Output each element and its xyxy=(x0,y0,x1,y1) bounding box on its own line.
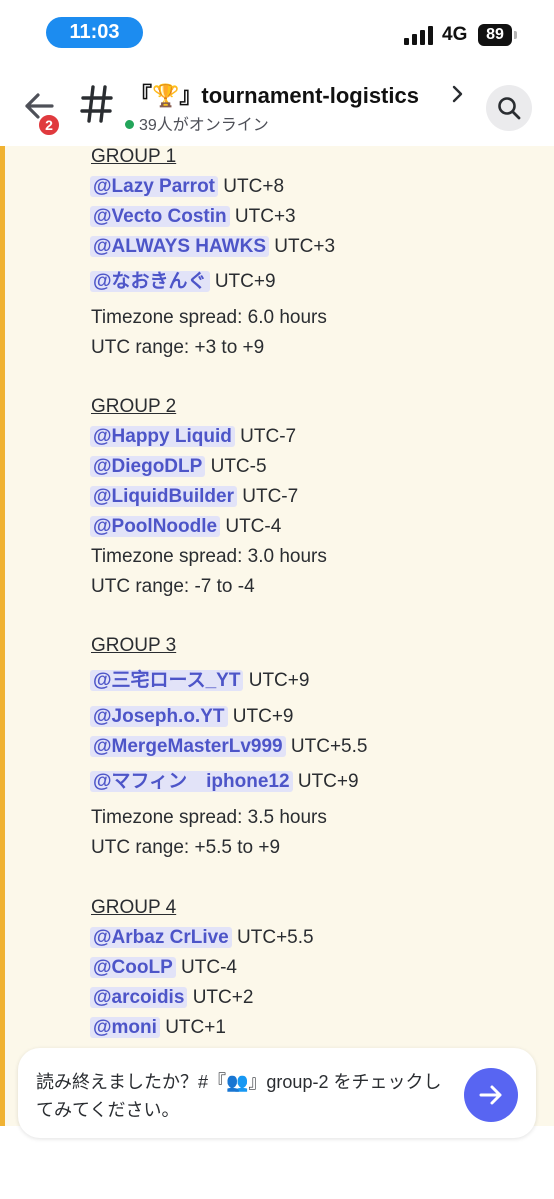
member-line: @DiegoDLP UTC-5 xyxy=(90,456,267,478)
member-timezone: UTC-7 xyxy=(242,486,299,507)
user-mention[interactable]: @Vecto Costin xyxy=(90,206,230,227)
member-timezone: UTC+9 xyxy=(248,670,310,691)
user-mention[interactable]: @PoolNoodle xyxy=(90,516,221,537)
user-mention[interactable]: @arcoidis xyxy=(90,987,188,1008)
member-line: @Happy Liquid UTC-7 xyxy=(90,426,297,448)
message-area[interactable]: GROUP 1 @Lazy Parrot UTC+8 @Vecto Costin… xyxy=(0,146,554,1126)
utc-range: UTC range: -7 to -4 xyxy=(91,576,255,597)
timezone-spread: Timezone spread: 6.0 hours xyxy=(91,307,327,328)
member-timezone: UTC-7 xyxy=(240,426,297,447)
member-line: @ALWAYS HAWKS UTC+3 xyxy=(90,236,336,258)
member-timezone: UTC+8 xyxy=(223,176,285,197)
battery-tip xyxy=(514,31,517,39)
group-title: GROUP 3 xyxy=(91,635,177,656)
search-icon xyxy=(498,97,521,120)
utc-range: UTC range: +3 to +9 xyxy=(91,337,265,358)
group-title: GROUP 4 xyxy=(91,897,177,918)
send-arrow-icon xyxy=(479,1085,502,1105)
user-mention[interactable]: @DiegoDLP xyxy=(90,456,206,477)
member-timezone: UTC+3 xyxy=(274,236,336,257)
member-line: @マフィン iphone12 UTC+9 xyxy=(90,766,359,793)
member-timezone: UTC+5.5 xyxy=(237,927,314,948)
user-mention[interactable]: @Happy Liquid xyxy=(90,426,235,447)
member-timezone: UTC-4 xyxy=(225,516,282,537)
user-mention[interactable]: @MergeMasterLv999 xyxy=(90,736,286,757)
member-timezone: UTC+9 xyxy=(297,771,359,792)
signal-icon xyxy=(404,25,436,45)
hash-icon xyxy=(80,85,113,123)
network-type: 4G xyxy=(442,24,468,45)
status-bar: 11:03 4G 89 xyxy=(0,0,554,70)
user-mention[interactable]: @ALWAYS HAWKS xyxy=(90,236,270,257)
read-prompt-text: 読み終えましたか？#『👥』group-2 をチェックしてみてください。 xyxy=(36,1072,442,1120)
user-mention[interactable]: @Joseph.o.YT xyxy=(90,706,228,727)
utc-range: UTC range: +5.5 to +9 xyxy=(91,837,281,858)
member-line: @LiquidBuilder UTC-7 xyxy=(90,486,299,508)
user-mention[interactable]: @Arbaz CrLive xyxy=(90,927,232,948)
user-mention[interactable]: @CooLP xyxy=(90,957,176,978)
member-timezone: UTC+5.5 xyxy=(290,736,368,757)
member-timezone: UTC-5 xyxy=(210,456,267,477)
online-dot-icon xyxy=(125,120,134,129)
search-button[interactable] xyxy=(486,85,532,131)
timezone-spread: Timezone spread: 3.0 hours xyxy=(91,546,327,567)
read-prompt-card[interactable]: 読み終えましたか？#『👥』group-2 をチェックしてみてください。 xyxy=(18,1048,536,1138)
member-line: @CooLP UTC-4 xyxy=(90,957,237,979)
unread-badge: 2 xyxy=(37,113,61,137)
channel-title[interactable]: 『🏆』tournament-logistics xyxy=(130,78,419,110)
member-timezone: UTC-4 xyxy=(181,957,237,978)
group-title: GROUP 1 xyxy=(91,146,177,167)
member-timezone: UTC+3 xyxy=(234,206,296,227)
group-title: GROUP 2 xyxy=(91,396,177,417)
user-mention[interactable]: @マフィン iphone12 xyxy=(90,771,293,792)
member-line: @Lazy Parrot UTC+8 xyxy=(90,176,285,198)
user-mention[interactable]: @三宅ロース_YT xyxy=(90,670,244,691)
channel-header: 2 『🏆』tournament-logistics 39人がオンライン xyxy=(0,70,554,146)
member-line: @PoolNoodle UTC-4 xyxy=(90,516,282,538)
member-line: @Joseph.o.YT UTC+9 xyxy=(90,706,294,728)
online-text: 39人がオンライン xyxy=(139,117,269,134)
battery-icon: 89 xyxy=(478,24,512,46)
user-mention[interactable]: @Lazy Parrot xyxy=(90,176,219,197)
member-timezone: UTC+1 xyxy=(165,1017,226,1038)
member-timezone: UTC+9 xyxy=(214,271,276,292)
member-line: @MergeMasterLv999 UTC+5.5 xyxy=(90,736,368,758)
member-line: @なおきんぐ UTC+9 xyxy=(90,266,276,293)
jump-button[interactable] xyxy=(464,1068,518,1122)
member-line: @三宅ロース_YT UTC+9 xyxy=(90,665,310,692)
member-timezone: UTC+2 xyxy=(192,987,254,1008)
user-mention[interactable]: @なおきんぐ xyxy=(90,271,210,292)
member-line: @moni UTC+1 xyxy=(90,1017,226,1039)
timezone-spread: Timezone spread: 3.5 hours xyxy=(91,807,327,828)
mention-highlight-bar xyxy=(0,146,5,1126)
member-line: @arcoidis UTC+2 xyxy=(90,987,254,1009)
member-timezone: UTC+9 xyxy=(232,706,294,727)
member-line: @Arbaz CrLive UTC+5.5 xyxy=(90,927,314,949)
online-status: 39人がオンライン xyxy=(125,111,269,135)
user-mention[interactable]: @LiquidBuilder xyxy=(90,486,237,507)
user-mention[interactable]: @moni xyxy=(90,1017,160,1038)
status-time: 11:03 xyxy=(46,17,143,48)
chevron-right-icon[interactable] xyxy=(451,84,465,104)
member-line: @Vecto Costin UTC+3 xyxy=(90,206,296,228)
